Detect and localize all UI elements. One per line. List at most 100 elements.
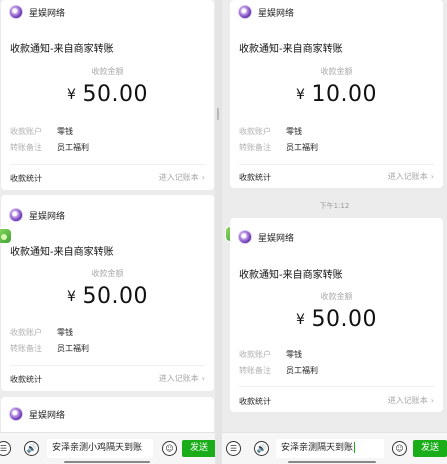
send-button[interactable]: 发送 [413,440,447,457]
account-row: 收款账户 零钱 [239,126,302,137]
ledger-link[interactable]: 进入记账本 › [388,395,434,406]
stats-label: 收款统计 [10,375,42,384]
chevron-right-icon: › [201,173,205,182]
ledger-link-text: 进入记账本 [158,374,199,383]
chevron-right-icon: › [430,172,434,181]
chevron-right-icon: › [430,396,434,405]
stats-label: 收款统计 [239,397,271,406]
amount-value: ¥10.00 [230,82,443,107]
brand-name: 星娱网络 [29,8,66,19]
chat-input-bar: ☰ 🔊 安泽亲测隔天到账 ☺ 发送 [222,432,447,464]
message-input[interactable]: 安泽亲测隔天到账 [276,439,384,458]
emoji-icon[interactable]: ☺ [392,441,407,456]
chevron-right-icon: › [201,374,205,383]
account-value: 零钱 [57,328,73,337]
amount-number: 50.00 [82,82,148,107]
account-row: 收款账户 零钱 [10,327,73,338]
payment-card[interactable]: 星娱网络 收款通知-来自商家转账 收款金额 ¥50.00 收款账户 零钱 转账备… [1,195,214,391]
menu-icon[interactable]: ☰ [0,441,11,456]
brand-name: 星娱网络 [258,8,295,19]
amount-label: 收款金额 [320,67,353,76]
card-header: 星娱网络 [238,4,294,20]
pane-divider[interactable] [215,0,222,464]
ledger-link[interactable]: 进入记账本 › [159,172,205,183]
left-chat-pane: 星娱网络 收款通知-来自商家转账 收款金额 ¥50.00 收款账户 零钱 转账备… [0,0,215,464]
remark-row: 转账备注 员工福利 [10,343,89,354]
remark-row: 转账备注 员工福利 [10,142,89,153]
amount-number: 50.00 [311,307,377,332]
right-chat-pane: 星娱网络 收款通知-来自商家转账 收款金额 ¥10.00 收款账户 零钱 转账备… [222,0,447,464]
amount-label: 收款金额 [91,67,124,76]
brand-name: 星娱网络 [29,410,66,421]
payment-card[interactable]: 星娱网络 收款通知-来自商家转账 收款金额 ¥50.00 收款账户 零钱 转账备… [1,0,214,190]
remark-value: 员工福利 [57,143,89,152]
account-key: 收款账户 [239,127,271,136]
message-input[interactable]: 安泽亲测小鸡隔天到账 [47,439,153,458]
menu-icon[interactable]: ☰ [226,441,241,456]
card-divider [239,164,434,165]
card-title: 收款通知-来自商家转账 [10,44,114,55]
amount-value: ¥50.00 [1,82,214,107]
chat-input-bar: ☰ 🔊 安泽亲测小鸡隔天到账 ☺ 发送 [0,432,215,464]
payment-card-partial[interactable]: 星娱网络 [1,397,214,437]
voice-icon[interactable]: 🔊 [24,441,39,456]
text-caret [354,442,356,453]
account-value: 零钱 [286,127,302,136]
remark-row: 转账备注 员工福利 [239,365,318,376]
remark-key: 转账备注 [239,366,271,375]
home-indicator [288,461,376,463]
remark-value: 员工福利 [57,344,89,353]
brand-logo-icon [9,208,23,222]
brand-logo-icon [238,230,252,244]
amount-value: ¥50.00 [1,284,214,309]
card-divider [10,365,205,366]
account-value: 零钱 [57,127,73,136]
ledger-link-text: 进入记账本 [158,173,199,182]
sender-avatar[interactable] [0,228,12,244]
message-timestamp: 下午1:12 [319,202,350,210]
account-value: 零钱 [286,350,302,359]
card-header: 星娱网络 [9,207,65,223]
remark-value: 员工福利 [286,143,318,152]
message-input-text: 安泽亲测小鸡隔天到账 [52,443,143,453]
message-input-text: 安泽亲测隔天到账 [281,443,354,453]
stats-label: 收款统计 [239,173,271,182]
card-title: 收款通知-来自商家转账 [10,247,114,258]
stats-label: 收款统计 [10,174,42,183]
brand-name: 星娱网络 [258,233,295,244]
ledger-link-text: 进入记账本 [387,172,428,181]
remark-row: 转账备注 员工福利 [239,142,318,153]
remark-key: 转账备注 [10,344,42,353]
account-row: 收款账户 零钱 [10,126,73,137]
card-divider [239,386,434,387]
ledger-link-text: 进入记账本 [387,396,428,405]
account-key: 收款账户 [239,350,271,359]
payment-card[interactable]: 星娱网络 收款通知-来自商家转账 收款金额 ¥50.00 收款账户 零钱 转账备… [230,218,443,412]
home-indicator [64,461,150,463]
remark-key: 转账备注 [239,143,271,152]
ledger-link[interactable]: 进入记账本 › [388,171,434,182]
brand-logo-icon [238,5,252,19]
send-button[interactable]: 发送 [182,440,215,457]
emoji-icon[interactable]: ☺ [162,441,177,456]
ledger-link[interactable]: 进入记账本 › [159,373,205,384]
card-divider [10,164,205,165]
currency-symbol: ¥ [67,87,77,103]
account-row: 收款账户 零钱 [239,349,302,360]
amount-label: 收款金额 [91,269,124,278]
divider-grip-icon [217,108,219,120]
account-key: 收款账户 [10,328,42,337]
amount-value: ¥50.00 [230,307,443,332]
currency-symbol: ¥ [296,312,306,328]
amount-number: 10.00 [311,82,377,107]
voice-icon[interactable]: 🔊 [254,441,269,456]
remark-value: 员工福利 [286,366,318,375]
currency-symbol: ¥ [67,289,77,305]
payment-card[interactable]: 星娱网络 收款通知-来自商家转账 收款金额 ¥10.00 收款账户 零钱 转账备… [230,0,443,188]
card-title: 收款通知-来自商家转账 [239,270,343,281]
amount-label: 收款金额 [320,292,353,301]
amount-number: 50.00 [82,284,148,309]
brand-logo-icon [9,407,23,421]
account-key: 收款账户 [10,127,42,136]
brand-name: 星娱网络 [29,211,66,222]
